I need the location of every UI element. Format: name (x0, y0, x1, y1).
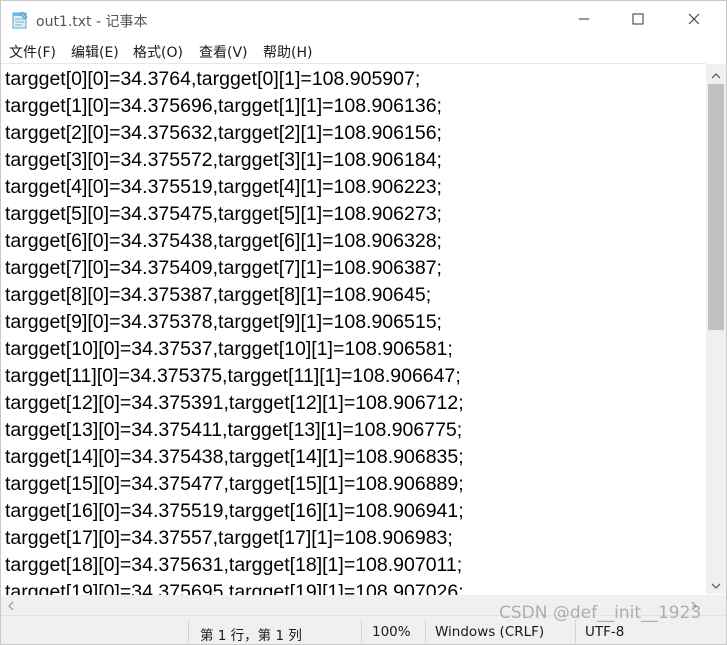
text-line: targget[9][0]=34.375378,targget[9][1]=10… (5, 311, 442, 333)
text-line: targget[10][0]=34.37537,targget[10][1]=1… (5, 338, 453, 360)
text-line: targget[16][0]=34.375519,targget[16][1]=… (5, 500, 464, 522)
text-line: targget[12][0]=34.375391,targget[12][1]=… (5, 392, 464, 414)
status-divider (425, 620, 426, 643)
status-divider (188, 620, 189, 643)
text-line: targget[13][0]=34.375411,targget[13][1]=… (5, 419, 463, 441)
notepad-window: out1.txt - 记事本 文件(F) 编辑(E) 格式(O) 查看(V) 帮… (0, 0, 727, 645)
close-icon (688, 10, 700, 29)
title-bar[interactable]: out1.txt - 记事本 (1, 1, 726, 39)
text-line: targget[5][0]=34.375475,targget[5][1]=10… (5, 203, 442, 225)
scroll-left-button[interactable] (1, 595, 21, 615)
menu-format[interactable]: 格式(O) (133, 42, 183, 62)
text-line: targget[15][0]=34.375477,targget[15][1]=… (5, 473, 464, 495)
menu-edit[interactable]: 编辑(E) (71, 42, 119, 62)
chevron-left-icon (7, 596, 15, 615)
close-button[interactable] (671, 1, 717, 37)
text-line: targget[18][0]=34.375631,targget[18][1]=… (5, 554, 463, 576)
window-title: out1.txt - 记事本 (36, 14, 148, 30)
chevron-up-icon (711, 65, 721, 84)
text-line: targget[4][0]=34.375519,targget[4][1]=10… (5, 176, 442, 198)
text-editor[interactable]: targget[0][0]=34.3764,targget[0][1]=108.… (1, 63, 706, 596)
text-line: targget[19][0]=34.375695,targget[19][1]=… (5, 581, 464, 596)
text-line: targget[1][0]=34.375696,targget[1][1]=10… (5, 95, 442, 117)
notepad-icon (12, 11, 28, 29)
zoom-level: 100% (372, 624, 411, 640)
line-ending: Windows (CRLF) (435, 624, 545, 640)
vertical-scroll-thumb[interactable] (708, 84, 724, 330)
text-line: targget[0][0]=34.3764,targget[0][1]=108.… (5, 68, 421, 90)
text-line: targget[2][0]=34.375632,targget[2][1]=10… (5, 122, 442, 144)
text-line: targget[11][0]=34.375375,targget[11][1]=… (5, 365, 461, 387)
minimize-icon (578, 10, 590, 29)
text-line: targget[7][0]=34.375409,targget[7][1]=10… (5, 257, 442, 279)
menu-file[interactable]: 文件(F) (9, 42, 56, 62)
menu-bar: 文件(F) 编辑(E) 格式(O) 查看(V) 帮助(H) (1, 39, 726, 63)
menu-help[interactable]: 帮助(H) (263, 42, 312, 62)
encoding: UTF-8 (585, 624, 625, 640)
status-divider (361, 620, 362, 643)
maximize-icon (632, 10, 644, 29)
menu-view[interactable]: 查看(V) (199, 42, 248, 62)
text-line: targget[8][0]=34.375387,targget[8][1]=10… (5, 284, 432, 306)
maximize-button[interactable] (615, 1, 661, 37)
vertical-scrollbar[interactable] (706, 64, 726, 594)
text-line: targget[14][0]=34.375438,targget[14][1]=… (5, 446, 464, 468)
text-line: targget[6][0]=34.375438,targget[6][1]=10… (5, 230, 442, 252)
scroll-down-button[interactable] (706, 574, 726, 594)
scroll-up-button[interactable] (706, 64, 726, 84)
cursor-position: 第 1 行，第 1 列 (200, 628, 302, 644)
minimize-button[interactable] (561, 1, 607, 37)
text-line: targget[17][0]=34.37557,targget[17][1]=1… (5, 527, 453, 549)
text-line: targget[3][0]=34.375572,targget[3][1]=10… (5, 149, 442, 171)
status-divider (575, 620, 576, 643)
scrollbar-corner (706, 595, 726, 615)
watermark-text: CSDN @def__init__1923 (499, 603, 702, 623)
chevron-down-icon (711, 575, 721, 594)
